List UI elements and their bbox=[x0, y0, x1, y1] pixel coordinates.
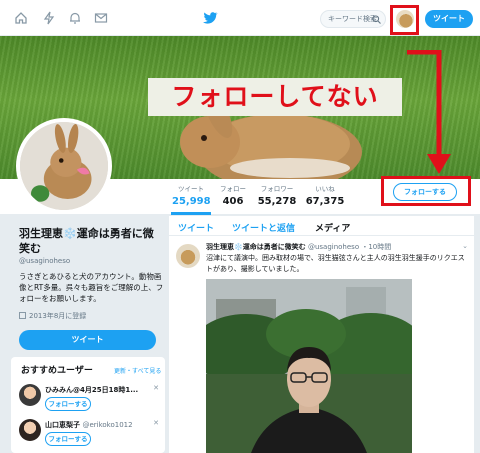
calendar-icon bbox=[19, 312, 26, 319]
stat-followers[interactable]: フォロワー 55,278 bbox=[256, 183, 298, 207]
stat-following[interactable]: フォロー 406 bbox=[215, 183, 251, 207]
who-to-follow-card: おすすめユーザー 更新・すべて見る ひみみん@4月25日18時1... フォロー… bbox=[11, 357, 165, 453]
user-avatar[interactable] bbox=[19, 384, 41, 406]
suggested-user: 山口恵梨子 @erikoko1012 フォローする ✕ bbox=[19, 419, 159, 453]
stat-value: 67,375 bbox=[305, 196, 345, 207]
tweet-text: 沼津にて議演中。囲み取材の場で、羽生猫弦さんと主人の羽生羽生援手のリクエストがあ… bbox=[206, 254, 465, 273]
stat-label: ツイート bbox=[178, 185, 204, 193]
stat-tweets[interactable]: ツイート 25,998 bbox=[172, 183, 211, 207]
stat-value: 25,998 bbox=[172, 196, 211, 207]
profile-avatar[interactable] bbox=[16, 118, 112, 214]
joined-date: 2013年8月に登録 bbox=[19, 311, 86, 321]
profile-handle: @usaginoheso bbox=[19, 257, 71, 265]
follow-button[interactable]: フォローする bbox=[45, 432, 91, 446]
annotation-caption: フォローしてない bbox=[148, 78, 402, 116]
messages-icon[interactable] bbox=[94, 11, 108, 25]
photo-man-in-garden bbox=[206, 279, 412, 453]
refresh-view-all-links[interactable]: 更新・すべて見る bbox=[114, 366, 161, 375]
suggested-user-name[interactable]: 山口恵梨子 @erikoko1012 bbox=[45, 420, 153, 430]
tweet-header: 羽生理恵❄️運命は勇者に微笑む @usaginoheso ・10時間 bbox=[206, 242, 468, 252]
tweet-photo[interactable] bbox=[206, 279, 412, 453]
tweet-author-handle[interactable]: @usaginoheso bbox=[308, 243, 359, 251]
tab-tweets-and-replies[interactable]: ツイートと返信 bbox=[232, 221, 295, 234]
tweet-to-user-button[interactable]: ツイート bbox=[19, 330, 156, 350]
rabbit-avatar-image bbox=[20, 122, 108, 210]
stat-likes[interactable]: いいね 67,375 bbox=[304, 183, 346, 207]
chevron-down-icon[interactable]: ⌄ bbox=[462, 242, 468, 250]
timeline-panel: ツイート ツイートと返信 メディア 羽生理恵❄️運命は勇者に微笑む @usagi… bbox=[169, 216, 474, 453]
search-placeholder: キーワード検索 bbox=[328, 15, 377, 23]
notifications-icon[interactable] bbox=[68, 11, 82, 25]
dismiss-icon[interactable]: ✕ bbox=[153, 419, 159, 427]
user-avatar[interactable] bbox=[19, 419, 41, 441]
stat-value: 55,278 bbox=[257, 196, 297, 207]
suggested-user-name[interactable]: ひみみん@4月25日18時1... bbox=[45, 385, 153, 395]
tweet-author-avatar[interactable] bbox=[176, 244, 200, 268]
search-input[interactable]: キーワード検索 bbox=[320, 10, 386, 28]
tab-media[interactable]: メディア bbox=[315, 221, 350, 234]
highlight-box-follow bbox=[381, 176, 471, 206]
tab-tweets[interactable]: ツイート bbox=[178, 221, 214, 234]
profile-bio: うさぎとあひると犬のアカウント。動物画像とRT多量。呉々も趣旨をご理解の上、フォ… bbox=[19, 272, 164, 303]
tweet-author-name[interactable]: 羽生理恵❄️運命は勇者に微笑む bbox=[206, 243, 306, 251]
active-stat-underline bbox=[171, 212, 211, 215]
stat-label: いいね bbox=[315, 185, 335, 193]
suggested-user: ひみみん@4月25日18時1... フォローする ✕ bbox=[19, 384, 159, 418]
stat-label: フォロー bbox=[220, 185, 246, 193]
joined-text: 2013年8月に登録 bbox=[29, 312, 87, 320]
annotation-arrow-icon bbox=[407, 50, 451, 174]
moments-icon[interactable] bbox=[42, 11, 56, 25]
profile-display-name: 羽生理恵❄️運命は勇者に微笑む bbox=[19, 227, 154, 255]
home-icon[interactable] bbox=[14, 11, 28, 25]
who-to-follow-title: おすすめユーザー bbox=[21, 366, 93, 376]
dismiss-icon[interactable]: ✕ bbox=[153, 384, 159, 392]
stat-value: 406 bbox=[222, 196, 244, 207]
suggested-user-display-name: 山口恵梨子 bbox=[45, 421, 80, 429]
twitter-bird-icon[interactable] bbox=[202, 10, 218, 26]
timeline-tabs: ツイート ツイートと返信 メディア bbox=[169, 216, 474, 236]
suggested-user-handle: @erikoko1012 bbox=[82, 421, 133, 429]
compose-tweet-button[interactable]: ツイート bbox=[425, 10, 473, 28]
stat-label: フォロワー bbox=[260, 185, 294, 193]
highlight-box-avatar bbox=[390, 5, 419, 35]
search-icon[interactable] bbox=[372, 14, 381, 24]
tweet-time[interactable]: ・10時間 bbox=[361, 243, 391, 251]
follow-button[interactable]: フォローする bbox=[45, 397, 91, 411]
